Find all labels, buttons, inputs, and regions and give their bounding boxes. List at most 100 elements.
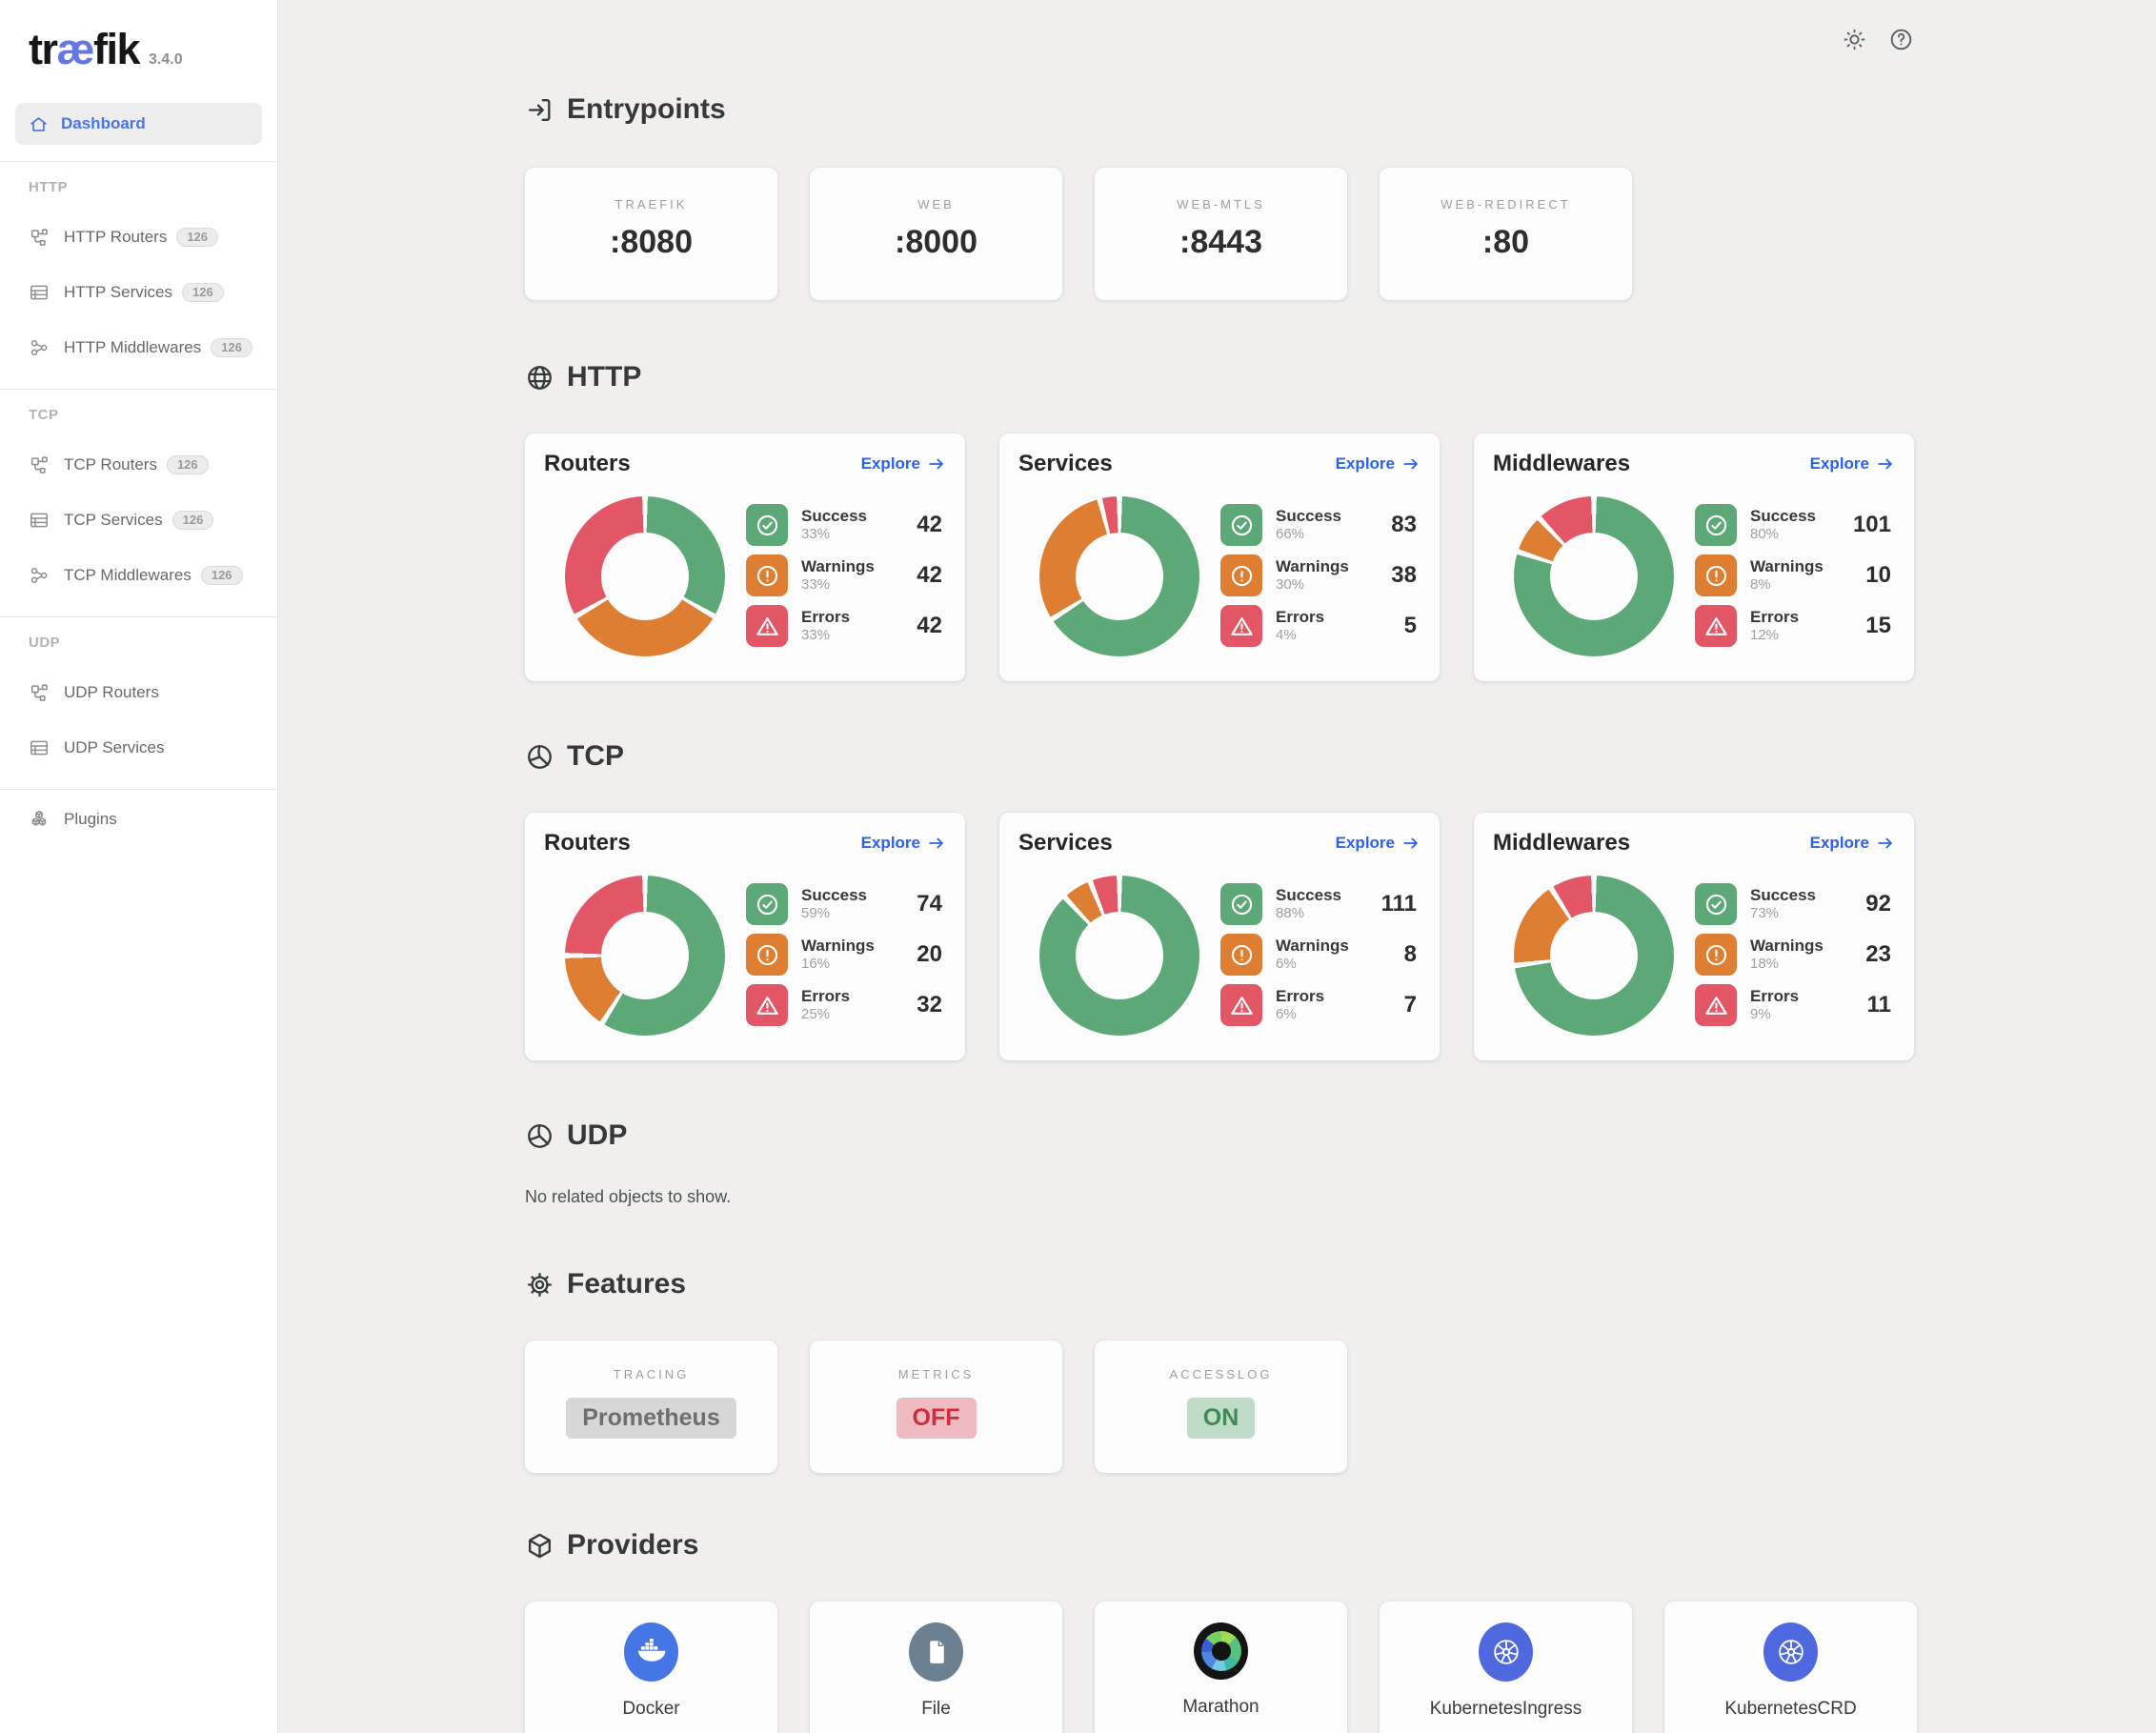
legend: Success59% 74 Warnings16% 20 Errors25% 3… (746, 864, 946, 1036)
count-badge: 126 (201, 566, 243, 585)
providers-heading: Providers (525, 1528, 1918, 1562)
stat-value: 38 (1391, 562, 1421, 589)
features-row: TRACING Prometheus METRICS OFF ACCESSLOG… (525, 1340, 1918, 1473)
http-cards-row: Routers Explore Success33% 42 (525, 433, 1918, 681)
card-title: Routers (544, 451, 631, 477)
stat-value: 11 (1867, 992, 1895, 1018)
login-icon (525, 95, 554, 125)
provider-card-docker: Docker (525, 1602, 777, 1733)
sidebar: træfik 3.4.0 Dashboard HTTP HTTP Routers… (0, 0, 278, 1733)
entrypoint-card-web-redirect: WEB-REDIRECT :80 (1380, 168, 1632, 300)
home-icon (29, 114, 49, 134)
sidebar-item-udp-routers[interactable]: UDP Routers (0, 665, 277, 720)
feature-name: TRACING (614, 1367, 690, 1381)
sidebar-item-label: Dashboard (61, 114, 146, 133)
explore-link[interactable]: Explore (1336, 834, 1421, 853)
sidebar-item-label: Plugins (64, 810, 117, 829)
warning-icon (746, 554, 788, 596)
entrypoint-card-web: WEB :8000 (810, 168, 1062, 300)
http-services-card: Services Explore Success66% 83 (999, 433, 1440, 681)
sidebar-item-label: TCP Routers (64, 455, 157, 474)
sidebar-item-label: TCP Services (64, 511, 163, 530)
sidebar-item-label: HTTP Services (64, 283, 172, 302)
help-icon[interactable] (1888, 27, 1914, 52)
legend-row-errors: Errors9% 11 (1695, 984, 1895, 1026)
legend-row-warnings: Warnings16% 20 (746, 934, 946, 976)
legend-row-warnings: Warnings18% 23 (1695, 934, 1895, 976)
legend-row-success: Success73% 92 (1695, 883, 1895, 925)
entrypoint-name: WEB-MTLS (1177, 197, 1265, 212)
entrypoint-card-traefik: TRAEFIK :8080 (525, 168, 777, 300)
count-badge: 126 (211, 338, 252, 357)
routers-icon (29, 227, 50, 248)
http-heading: HTTP (525, 360, 1918, 394)
globe-alt-icon (525, 742, 554, 772)
main-content: Entrypoints TRAEFIK :8080 WEB :8000 WEB-… (279, 0, 2156, 1733)
middlewares-icon (29, 337, 50, 358)
middlewares-icon (29, 565, 50, 586)
legend-row-warnings: Warnings30% 38 (1220, 554, 1421, 596)
stat-value: 42 (917, 512, 946, 538)
legend: Success33% 42 Warnings33% 42 Errors33% 4… (746, 485, 946, 656)
sidebar-item-udp-services[interactable]: UDP Services (0, 720, 277, 776)
sidebar-item-plugins[interactable]: Plugins (0, 792, 277, 847)
sidebar-item-tcp-middlewares[interactable]: TCP Middlewares 126 (0, 548, 277, 603)
sidebar-item-label: TCP Middlewares (64, 566, 191, 585)
stat-value: 15 (1865, 613, 1895, 639)
stat-value: 5 (1404, 613, 1421, 639)
warning-icon (746, 934, 788, 976)
provider-name: Marathon (1182, 1697, 1259, 1718)
sidebar-item-dashboard[interactable]: Dashboard (15, 103, 262, 145)
divider (0, 616, 277, 617)
theme-toggle-icon[interactable] (1842, 27, 1867, 52)
explore-link[interactable]: Explore (1810, 834, 1895, 853)
stat-value: 74 (917, 891, 946, 917)
entrypoint-port: :8443 (1179, 224, 1262, 261)
success-icon (1220, 504, 1262, 546)
feature-value-chip: ON (1187, 1398, 1256, 1439)
app-version: 3.4.0 (149, 51, 183, 69)
explore-link[interactable]: Explore (1336, 454, 1421, 474)
legend: Success73% 92 Warnings18% 23 Errors9% 11 (1695, 864, 1895, 1036)
stat-value: 8 (1404, 941, 1421, 968)
card-title: Routers (544, 830, 631, 856)
legend-row-errors: Errors6% 7 (1220, 984, 1421, 1026)
sidebar-item-http-services[interactable]: HTTP Services 126 (0, 265, 277, 320)
logo-text: træfik (29, 25, 139, 74)
section-title: TCP (567, 740, 624, 773)
legend-row-errors: Errors4% 5 (1220, 605, 1421, 647)
count-badge: 126 (182, 283, 224, 302)
donut-chart (1039, 496, 1199, 656)
entrypoint-port: :80 (1482, 224, 1529, 261)
provider-name: Docker (622, 1699, 679, 1720)
warning-icon (1220, 934, 1262, 976)
feature-value-chip: Prometheus (566, 1398, 735, 1439)
sidebar-item-tcp-services[interactable]: TCP Services 126 (0, 493, 277, 548)
sidebar-item-http-middlewares[interactable]: HTTP Middlewares 126 (0, 320, 277, 375)
sidebar-item-http-routers[interactable]: HTTP Routers 126 (0, 210, 277, 265)
error-icon (1695, 605, 1737, 647)
cubes-icon (29, 809, 50, 830)
divider (0, 789, 277, 790)
success-icon (746, 504, 788, 546)
legend-row-warnings: Warnings8% 10 (1695, 554, 1895, 596)
http-routers-card: Routers Explore Success33% 42 (525, 433, 965, 681)
explore-link[interactable]: Explore (861, 834, 946, 853)
package-icon (525, 1531, 554, 1561)
provider-name: KubernetesCRD (1724, 1699, 1856, 1720)
entrypoint-name: WEB (917, 197, 955, 212)
legend-row-success: Success80% 101 (1695, 504, 1895, 546)
sidebar-item-tcp-routers[interactable]: TCP Routers 126 (0, 437, 277, 493)
legend-row-warnings: Warnings6% 8 (1220, 934, 1421, 976)
legend: Success80% 101 Warnings8% 10 Errors12% 1… (1695, 485, 1895, 656)
explore-link[interactable]: Explore (861, 454, 946, 474)
explore-link[interactable]: Explore (1810, 454, 1895, 474)
entrypoint-port: :8000 (895, 224, 977, 261)
legend-row-success: Success59% 74 (746, 883, 946, 925)
success-icon (1220, 883, 1262, 925)
services-icon (29, 282, 50, 303)
marathon-icon (1194, 1622, 1248, 1680)
stat-value: 42 (917, 562, 946, 589)
services-icon (29, 737, 50, 758)
legend-row-success: Success88% 111 (1220, 883, 1421, 925)
